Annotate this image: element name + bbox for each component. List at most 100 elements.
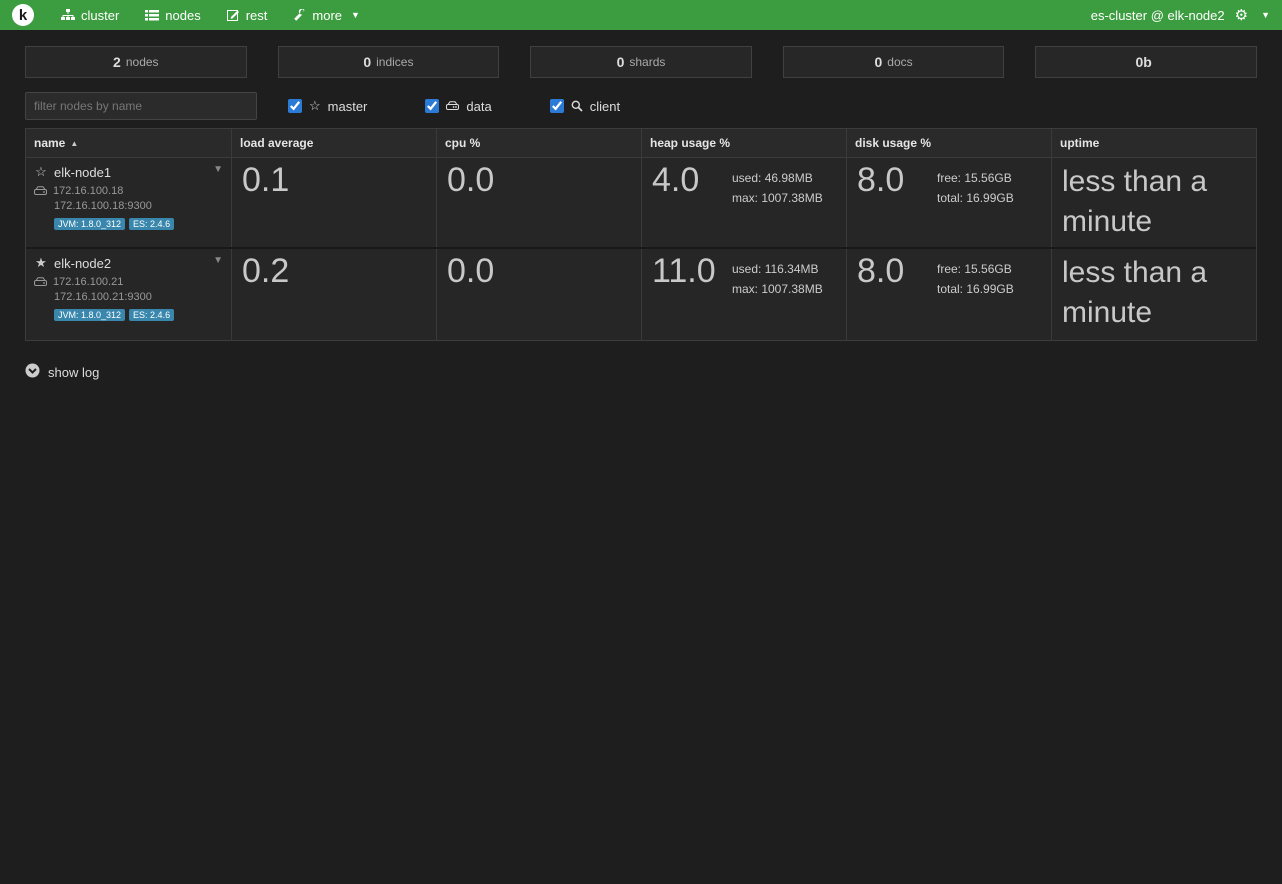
load-average-cell: 0.1	[231, 158, 436, 247]
settings-chevron-down-icon[interactable]: ▼	[1261, 10, 1270, 20]
stat-label: docs	[887, 55, 912, 69]
nav-item-nodes[interactable]: nodes	[132, 0, 213, 30]
nav-item-label: cluster	[81, 8, 119, 23]
column-header-name[interactable]: name ▲	[26, 129, 231, 157]
data-checkbox[interactable]	[425, 99, 439, 113]
node-menu-caret-icon[interactable]: ▼	[213, 164, 223, 175]
cluster-stats-bar: 2 nodes 0 indices 0 shards 0 docs 0b	[25, 46, 1257, 78]
disk-free: free: 15.56GB	[937, 259, 1014, 279]
filter-label: client	[590, 99, 620, 114]
uptime-cell: less than a minute	[1051, 249, 1256, 340]
column-header-label: disk usage %	[855, 136, 931, 150]
hdd-icon	[34, 277, 47, 287]
uptime-value: less than a minute	[1062, 253, 1246, 333]
disk-free: free: 15.56GB	[937, 168, 1014, 188]
show-log-toggle[interactable]: show log	[25, 363, 99, 381]
filter-label: master	[328, 99, 368, 114]
es-version-badge: ES: 2.4.6	[129, 218, 174, 230]
cluster-sitemap-icon	[61, 9, 75, 21]
stat-label: indices	[376, 55, 413, 69]
node-name: elk-node1	[54, 165, 111, 180]
filter-data[interactable]: data	[425, 99, 491, 114]
nodes-table: name ▲ load average cpu % heap usage % d…	[25, 128, 1257, 341]
node-name-cell: ☆ elk-node1 ▼ 172.16.100.18 172.16.100.1…	[26, 158, 231, 247]
stat-nodes: 2 nodes	[25, 46, 247, 78]
stat-value: 0	[617, 54, 625, 70]
filter-master[interactable]: ☆ master	[288, 98, 367, 114]
show-log-label: show log	[48, 365, 99, 380]
column-header-label: load average	[240, 136, 313, 150]
stat-docs: 0 docs	[783, 46, 1005, 78]
cpu-value: 0.0	[447, 253, 631, 290]
column-header-disk[interactable]: disk usage %	[846, 129, 1051, 157]
column-header-heap[interactable]: heap usage %	[641, 129, 846, 157]
stat-shards: 0 shards	[530, 46, 752, 78]
column-header-label: name	[34, 136, 65, 150]
disk-total: total: 16.99GB	[937, 279, 1014, 299]
heap-cell: 11.0 used: 116.34MB max: 1007.38MB	[641, 249, 846, 340]
disk-cell: 8.0 free: 15.56GB total: 16.99GB	[846, 249, 1051, 340]
node-name-cell: ★ elk-node2 ▼ 172.16.100.21 172.16.100.2…	[26, 249, 231, 340]
nodes-list-icon	[145, 9, 159, 21]
node-menu-caret-icon[interactable]: ▼	[213, 255, 223, 266]
heap-max: max: 1007.38MB	[732, 188, 823, 208]
heap-max: max: 1007.38MB	[732, 279, 823, 299]
column-header-load[interactable]: load average	[231, 129, 436, 157]
nav-item-cluster[interactable]: cluster	[48, 0, 132, 30]
search-icon	[571, 100, 583, 112]
jvm-version-badge: JVM: 1.8.0_312	[54, 309, 125, 321]
column-header-label: uptime	[1060, 136, 1099, 150]
heap-used: used: 46.98MB	[732, 168, 823, 188]
nav-item-rest[interactable]: rest	[214, 0, 281, 30]
es-version-badge: ES: 2.4.6	[129, 309, 174, 321]
filter-client[interactable]: client	[550, 99, 620, 114]
column-header-uptime[interactable]: uptime	[1051, 129, 1256, 157]
stat-value: 2	[113, 54, 121, 70]
nav-item-label: nodes	[165, 8, 200, 23]
gear-icon[interactable]: ⚙	[1235, 6, 1248, 24]
table-header-row: name ▲ load average cpu % heap usage % d…	[26, 129, 1256, 158]
node-name: elk-node2	[54, 256, 111, 271]
client-checkbox[interactable]	[550, 99, 564, 113]
navbar-right: es-cluster @ elk-node2 ⚙ ▼	[1091, 6, 1270, 24]
kopf-logo-icon[interactable]: k	[12, 4, 34, 26]
table-row-elk-node1: ☆ elk-node1 ▼ 172.16.100.18 172.16.100.1…	[26, 158, 1256, 249]
hdd-icon	[34, 186, 47, 196]
current-master-star-icon: ★	[34, 255, 48, 271]
stat-value: 0	[363, 54, 371, 70]
wrench-icon	[293, 9, 306, 21]
stat-label: nodes	[126, 55, 159, 69]
filter-nodes-input[interactable]	[25, 92, 257, 120]
load-average-cell: 0.2	[231, 249, 436, 340]
disk-total: total: 16.99GB	[937, 188, 1014, 208]
sort-asc-icon: ▲	[70, 139, 78, 148]
filter-label: data	[466, 99, 491, 114]
hdd-icon	[446, 101, 459, 111]
stat-indices: 0 indices	[278, 46, 500, 78]
column-header-cpu[interactable]: cpu %	[436, 129, 641, 157]
stat-value: 0b	[1136, 54, 1152, 70]
nav-item-more[interactable]: more ▼	[280, 0, 373, 30]
column-header-label: cpu %	[445, 136, 480, 150]
table-row-elk-node2: ★ elk-node2 ▼ 172.16.100.21 172.16.100.2…	[26, 249, 1256, 340]
chevron-circle-down-icon	[25, 363, 40, 381]
cpu-value: 0.0	[447, 162, 631, 199]
cluster-status-label: es-cluster @ elk-node2	[1091, 8, 1225, 23]
load-average-value: 0.2	[242, 253, 426, 290]
uptime-value: less than a minute	[1062, 162, 1246, 242]
column-header-label: heap usage %	[650, 136, 730, 150]
heap-cell: 4.0 used: 46.98MB max: 1007.38MB	[641, 158, 846, 247]
cpu-cell: 0.0	[436, 158, 641, 247]
node-ip: 172.16.100.21	[53, 276, 123, 288]
uptime-cell: less than a minute	[1051, 158, 1256, 247]
master-checkbox[interactable]	[288, 99, 302, 113]
nav-item-label: rest	[246, 8, 268, 23]
star-icon: ☆	[309, 98, 321, 114]
navbar: k cluster nodes rest more ▼ es-cluster @…	[0, 0, 1282, 30]
cpu-cell: 0.0	[436, 249, 641, 340]
chevron-down-icon: ▼	[351, 10, 360, 20]
filter-bar: ☆ master data client	[25, 92, 1257, 120]
node-transport-address: 172.16.100.18:9300	[34, 200, 223, 212]
jvm-version-badge: JVM: 1.8.0_312	[54, 218, 125, 230]
stat-size: 0b	[1035, 46, 1257, 78]
